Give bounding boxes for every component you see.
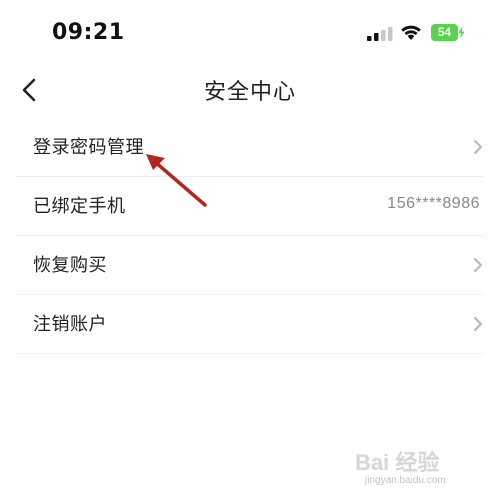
- watermark-logo: Bai 经验: [355, 450, 440, 475]
- bound-phone-number: 156****8986: [387, 195, 480, 212]
- watermark-url: jingyan.baidu.com: [365, 475, 446, 486]
- page-title: 安全中心: [203, 80, 296, 105]
- menu-item-bound-phone[interactable]: 已绑定手机 156****8986: [16, 177, 484, 236]
- menu-item-login-password[interactable]: 登录密码管理: [16, 118, 484, 177]
- battery-level: 54: [437, 25, 452, 39]
- menu-item-delete-account[interactable]: 注销账户: [16, 295, 484, 354]
- signal-icon: [367, 27, 393, 41]
- wifi-icon: [401, 25, 421, 40]
- arrow-icon: [146, 154, 207, 207]
- phone-screen: 09:21 54 安全中心 登录密码管理 已绑定手机 156****8986 恢…: [0, 0, 500, 500]
- chevron-right-icon: [474, 317, 482, 331]
- nav-bar: 安全中心: [0, 62, 500, 118]
- menu-item-label: 已绑定手机: [33, 196, 126, 217]
- status-time: 09:21: [52, 20, 125, 45]
- chevron-right-icon: [474, 258, 482, 272]
- charging-bolt-icon: [458, 26, 465, 39]
- menu-item-label: 登录密码管理: [33, 137, 144, 158]
- watermark: Bai 经验 jingyan.baidu.com: [355, 445, 495, 495]
- menu-item-label: 恢复购买: [33, 255, 107, 276]
- menu-item-restore-purchase[interactable]: 恢复购买: [16, 236, 484, 295]
- menu-list: 登录密码管理 已绑定手机 156****8986 恢复购买 注销账户: [0, 118, 500, 354]
- menu-item-label: 注销账户: [33, 314, 107, 335]
- battery-icon: 54: [431, 24, 465, 41]
- chevron-right-icon: [474, 140, 482, 154]
- status-bar: 09:21 54: [0, 0, 500, 62]
